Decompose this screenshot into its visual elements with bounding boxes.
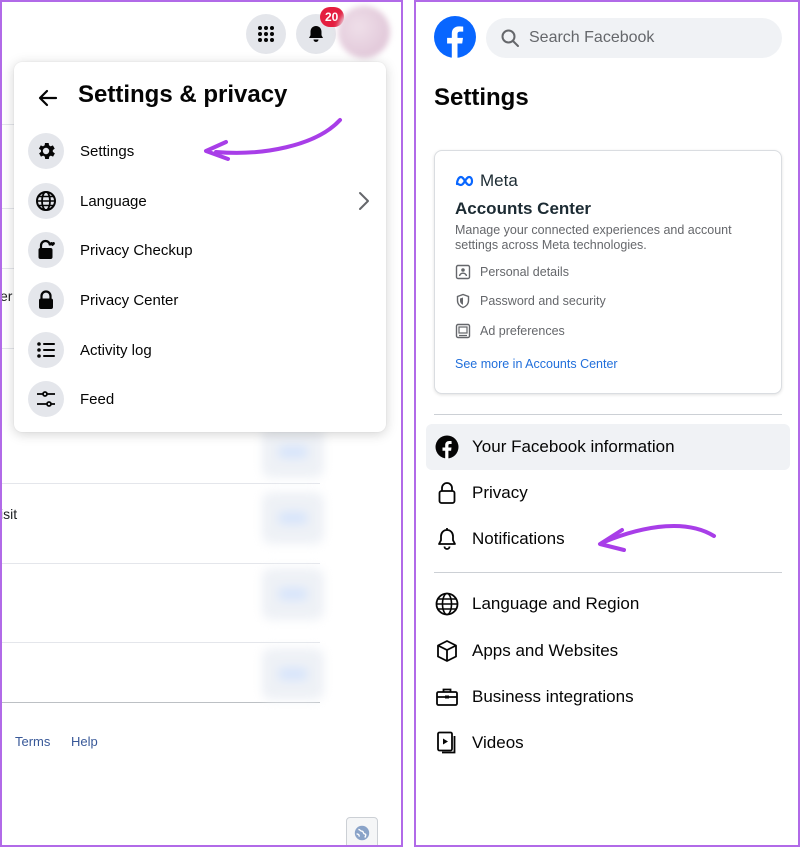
settings-row-label: Your Facebook information (472, 437, 675, 456)
grid-icon (258, 26, 274, 42)
settings-row-label: Business integrations (472, 687, 634, 706)
settings-row-language-region[interactable]: Language and Region (434, 590, 639, 618)
see-more-accounts-center-link[interactable]: See more in Accounts Center (455, 357, 618, 371)
menu-item-privacy-checkup[interactable]: Privacy Checkup (28, 228, 372, 272)
left-screenshot-panel: er isit Terms Help 20 Settings & privacy… (0, 0, 403, 847)
annotation-arrow (598, 524, 716, 552)
bell-icon (309, 26, 323, 42)
menu-item-privacy-center[interactable]: Privacy Center (28, 278, 372, 322)
settings-row-label: Privacy (472, 483, 528, 502)
accounts-center-card[interactable]: Meta Accounts Center Manage your connect… (434, 150, 782, 394)
chevron-right-icon (359, 192, 369, 210)
list-icon (28, 332, 64, 368)
page-title: Settings (434, 84, 529, 111)
settings-row-your-facebook-information[interactable]: Your Facebook information (434, 433, 675, 461)
globe-icon (28, 183, 64, 219)
settings-row-label: Notifications (472, 529, 565, 548)
accounts-row-personal-details[interactable]: Personal details (455, 263, 569, 281)
briefcase-icon (434, 684, 460, 710)
background-divider (2, 208, 14, 209)
meta-logo-icon (455, 175, 474, 187)
shield-icon (456, 293, 470, 309)
accounts-center-title: Accounts Center (455, 199, 592, 218)
section-divider (434, 572, 782, 573)
background-action-button[interactable] (262, 648, 324, 700)
settings-row-videos[interactable]: Videos (434, 729, 524, 757)
monitor-icon (455, 323, 471, 339)
menu-item-language[interactable]: Language (28, 179, 372, 223)
accounts-row-label: Password and security (480, 294, 606, 308)
menu-item-label: Privacy Center (80, 291, 179, 309)
background-text: isit (0, 506, 18, 522)
facebook-logo-icon[interactable] (434, 16, 476, 58)
menu-item-label: Privacy Checkup (80, 241, 193, 259)
accounts-row-password-security[interactable]: Password and security (455, 292, 606, 310)
menu-item-label: Feed (80, 390, 115, 408)
search-icon (501, 29, 519, 47)
menu-item-feed[interactable]: Feed (28, 377, 372, 421)
settings-row-label: Videos (472, 733, 524, 752)
background-divider (2, 483, 320, 484)
facebook-icon (434, 434, 460, 460)
section-divider (434, 414, 782, 415)
menu-grid-button[interactable] (246, 14, 286, 54)
meta-brand-label: Meta (480, 171, 518, 190)
accounts-row-label: Ad preferences (480, 324, 565, 338)
background-action-button[interactable] (262, 426, 324, 478)
search-input[interactable]: Search Facebook (486, 18, 782, 58)
settings-row-apps-websites[interactable]: Apps and Websites (434, 637, 618, 665)
accounts-row-ad-preferences[interactable]: Ad preferences (455, 322, 565, 340)
cube-icon (434, 638, 460, 664)
background-divider (2, 348, 14, 349)
background-divider (2, 268, 14, 269)
background-action-button[interactable] (262, 568, 324, 620)
background-divider (2, 124, 14, 125)
background-text: er (0, 288, 13, 304)
menu-item-label: Settings (80, 142, 135, 160)
menu-item-label: Activity log (80, 341, 152, 359)
menu-item-activity-log[interactable]: Activity log (28, 328, 372, 372)
background-action-button[interactable] (262, 492, 324, 544)
settings-row-notifications[interactable]: Notifications (434, 525, 565, 553)
bell-icon (434, 526, 460, 552)
settings-row-privacy[interactable]: Privacy (434, 479, 528, 507)
right-screenshot-panel: Search Facebook Settings Meta Accounts C… (414, 0, 800, 847)
menu-title: Settings & privacy (78, 81, 288, 108)
background-divider (2, 642, 320, 643)
avatar[interactable] (338, 6, 390, 58)
video-icon (434, 730, 460, 756)
gear-icon (28, 133, 64, 169)
globe-icon (434, 591, 460, 617)
lock-heart-icon (28, 232, 64, 268)
back-button[interactable] (34, 86, 62, 110)
globe-icon (354, 825, 370, 841)
settings-row-business-integrations[interactable]: Business integrations (434, 683, 634, 711)
footer-link-help[interactable]: Help (71, 734, 98, 749)
meta-brand: Meta (455, 171, 518, 191)
footer-link-terms[interactable]: Terms (15, 734, 50, 749)
id-card-icon (455, 264, 471, 280)
settings-row-label: Apps and Websites (472, 641, 619, 660)
settings-privacy-menu: Settings & privacy Settings Language Pri… (14, 62, 386, 432)
background-divider (2, 702, 320, 703)
menu-item-label: Language (80, 192, 147, 210)
background-divider (2, 563, 320, 564)
accounts-row-label: Personal details (480, 265, 569, 279)
lock-icon (434, 480, 460, 506)
sliders-icon (28, 381, 64, 417)
search-placeholder: Search Facebook (529, 29, 655, 46)
accounts-center-description: Manage your connected experiences and ac… (455, 223, 732, 252)
settings-row-label: Language and Region (472, 594, 640, 613)
language-globe-button[interactable] (346, 817, 378, 845)
lock-icon (28, 282, 64, 318)
back-arrow-icon (38, 89, 58, 107)
menu-item-settings[interactable]: Settings (28, 129, 372, 173)
